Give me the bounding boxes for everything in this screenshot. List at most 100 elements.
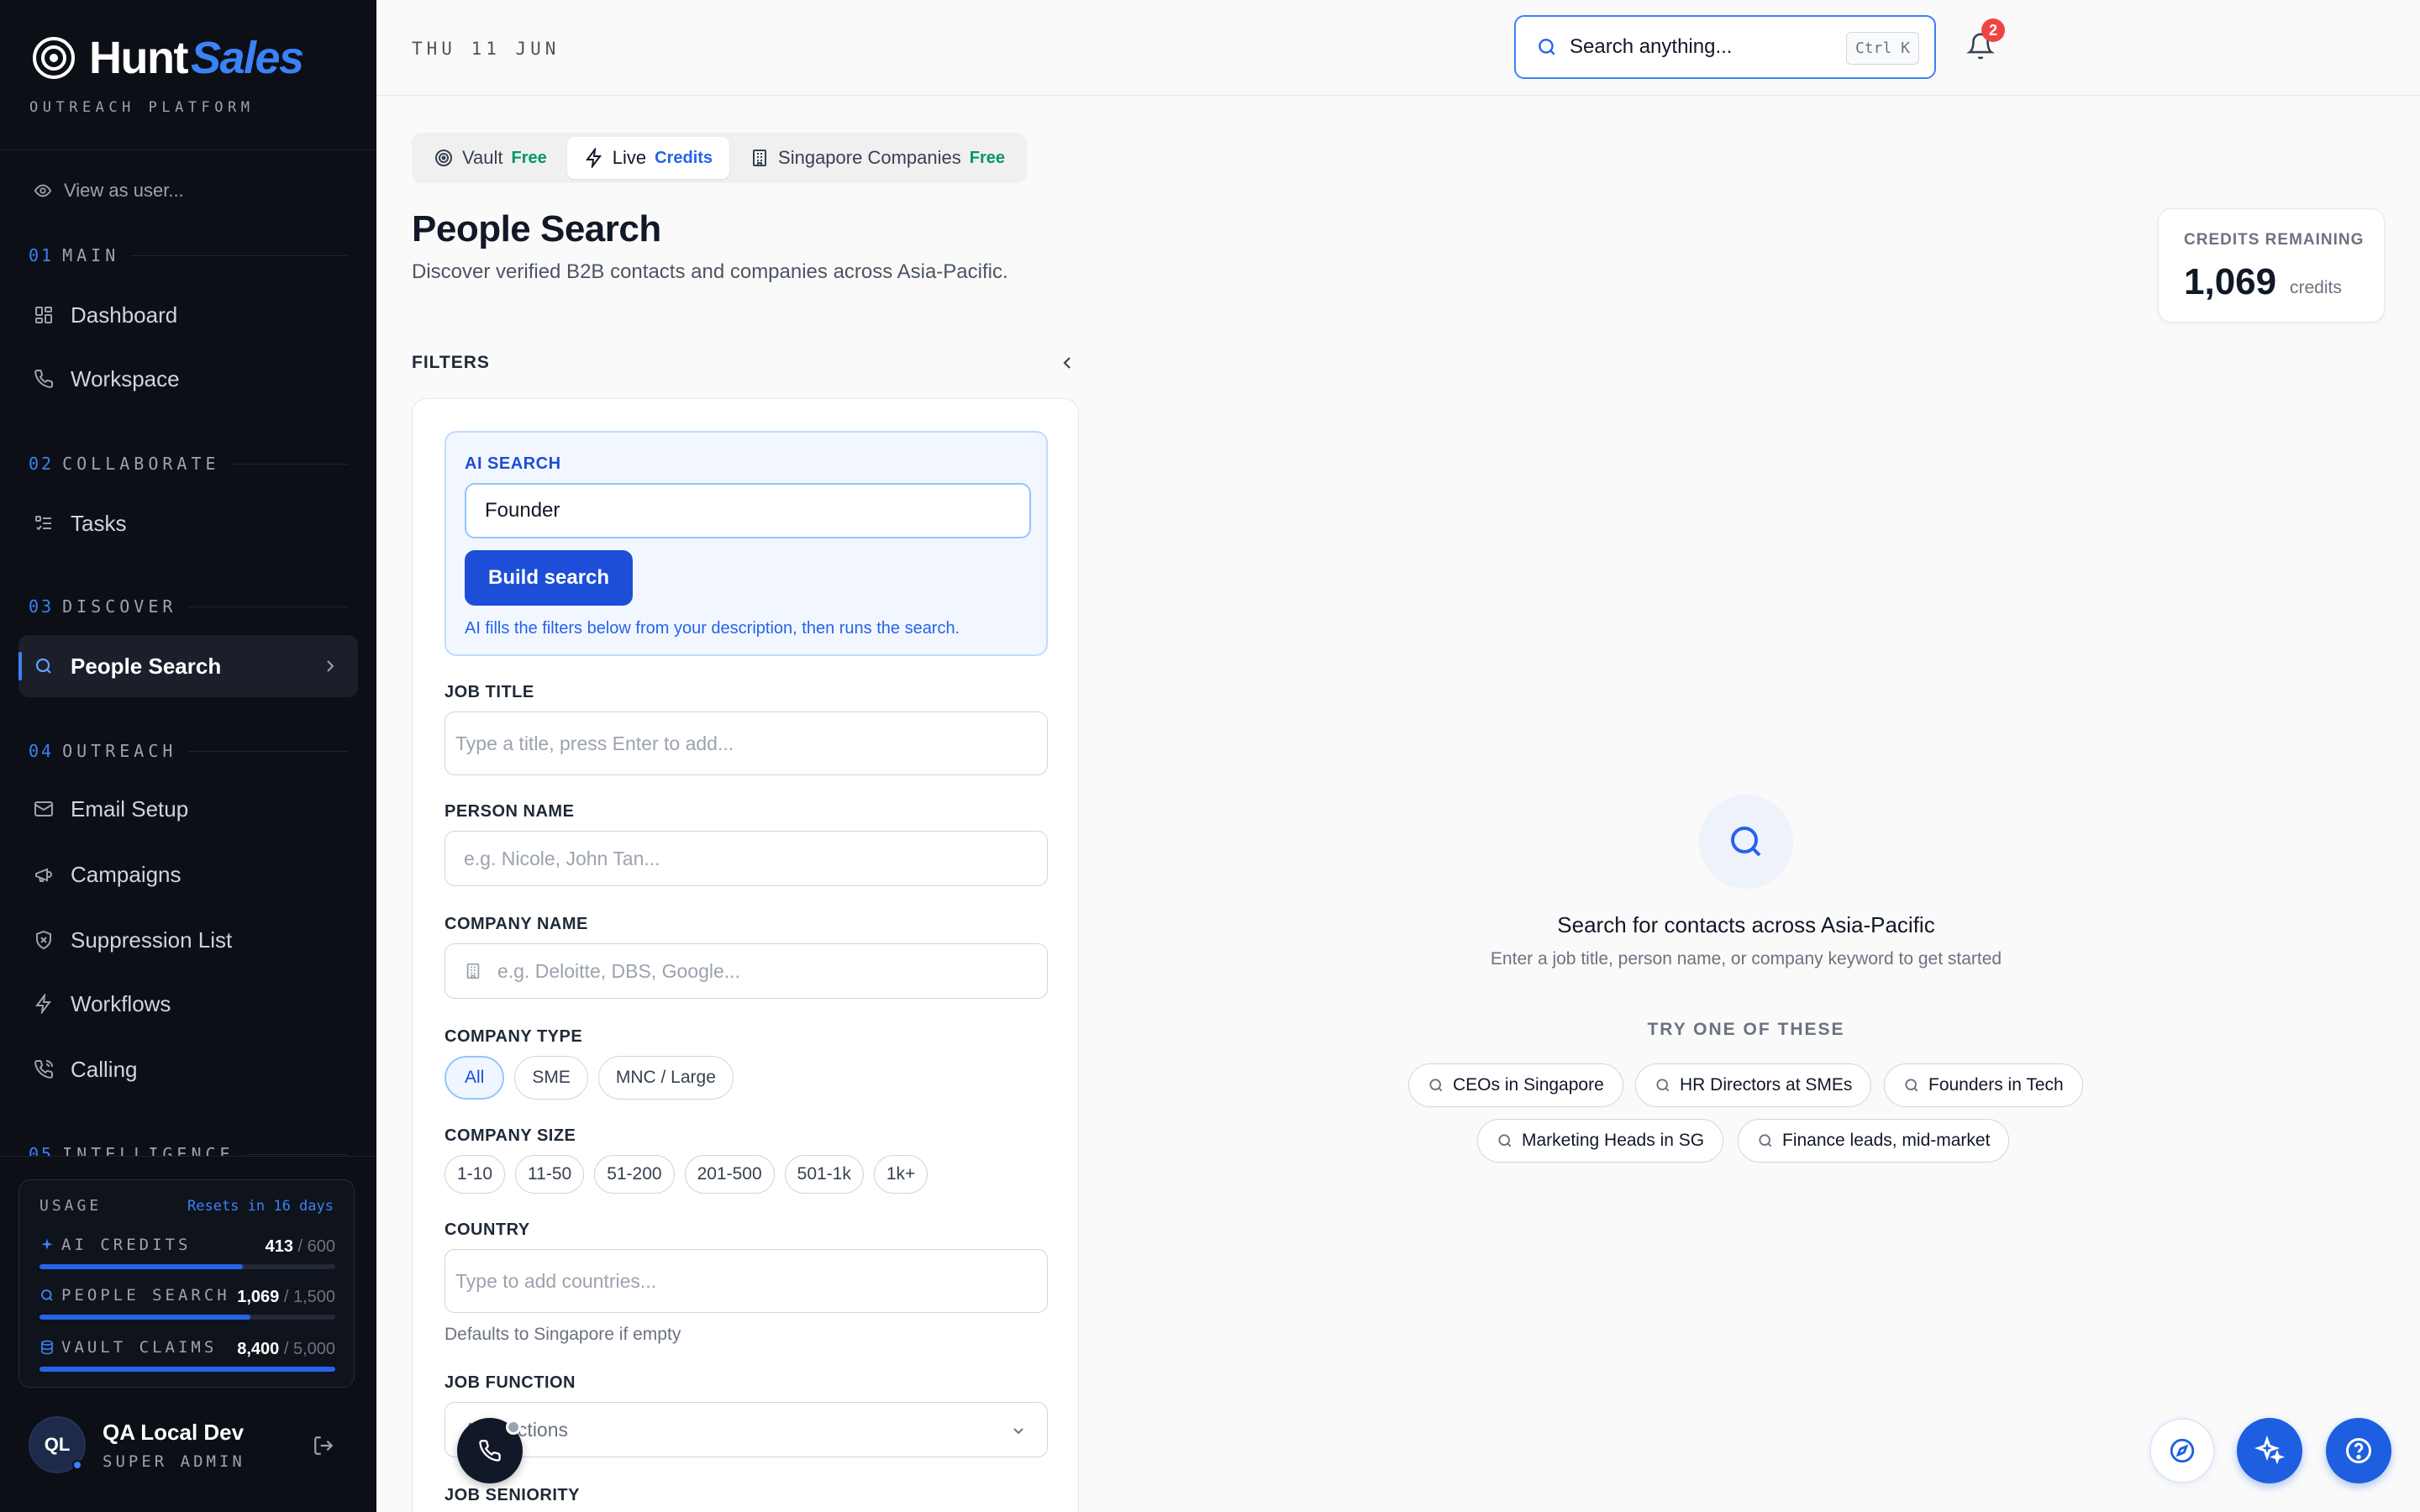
empty-state-icon (1699, 795, 1793, 889)
page-subtitle: Discover verified B2B contacts and compa… (412, 260, 1008, 283)
country-label: COUNTRY (445, 1221, 530, 1239)
phone-icon (34, 369, 54, 388)
section-discover: 03 DISCOVER (29, 596, 348, 617)
person-name-input[interactable]: e.g. Nicole, John Tan... (445, 831, 1048, 886)
dialer-status-dot (506, 1420, 521, 1435)
job-title-input[interactable]: Type a title, press Enter to add... (445, 711, 1048, 775)
chevron-down-icon (1013, 1428, 1023, 1435)
avatar: QL (29, 1416, 86, 1473)
company-name-input[interactable]: e.g. Deloitte, DBS, Google... (445, 943, 1048, 999)
tab-live[interactable]: Live Credits (566, 137, 730, 179)
sidebar-item-suppression-list[interactable]: Suppression List (18, 909, 358, 971)
sidebar-item-label: People Search (71, 653, 222, 679)
search-icon (1539, 39, 1555, 55)
usage-bar (39, 1264, 335, 1269)
view-as-label: View as user... (64, 180, 184, 201)
sidebar: HuntSales OUTREACH PLATFORM View as user… (0, 0, 376, 1512)
suggestion-chip[interactable]: Marketing Heads in SG (1477, 1119, 1724, 1163)
tab-label: Vault (462, 147, 503, 168)
sidebar-item-calling[interactable]: Calling (18, 1038, 358, 1100)
chevron-left-icon[interactable] (1059, 353, 1076, 373)
sidebar-item-label: Calling (71, 1056, 138, 1082)
company-size-option[interactable]: 501-1k (784, 1155, 864, 1194)
sidebar-item-campaigns[interactable]: Campaigns (18, 843, 358, 906)
database-icon (41, 1340, 53, 1355)
search-icon (41, 1289, 53, 1301)
view-as-user-button[interactable]: View as user... (34, 180, 184, 202)
sidebar-item-workflows[interactable]: Workflows (18, 973, 358, 1035)
phone-icon (479, 1440, 501, 1462)
ai-assistant-button[interactable] (2237, 1418, 2302, 1483)
try-label: TRY ONE OF THESE (1647, 1020, 1845, 1039)
phone-call-icon (34, 1059, 54, 1079)
job-function-select[interactable]: All functions (445, 1402, 1048, 1457)
tab-singapore-companies[interactable]: Singapore Companies Free (733, 137, 1022, 179)
section-outreach: 04 OUTREACH (29, 741, 348, 761)
compass-icon (2170, 1438, 2195, 1463)
credits-value: 1,069 (2184, 261, 2277, 302)
credits-remaining-card: CREDITS REMAINING 1,069 credits (2158, 208, 2385, 323)
company-size-label: COMPANY SIZE (445, 1126, 576, 1145)
usage-title: USAGE (39, 1197, 103, 1215)
company-size-option[interactable]: 201-500 (684, 1155, 775, 1194)
tab-tag: Free (969, 148, 1005, 167)
filters-heading: FILTERS (412, 353, 490, 372)
help-icon (2346, 1438, 2371, 1463)
suggestion-chip[interactable]: CEOs in Singapore (1408, 1063, 1623, 1107)
user-name: QA Local Dev (103, 1419, 245, 1445)
company-type-mnc[interactable]: MNC / Large (597, 1056, 734, 1100)
company-size-option[interactable]: 51-200 (594, 1155, 675, 1194)
usage-row-ai-credits: AI CREDITS 413 / 600 (39, 1236, 335, 1278)
keyboard-shortcut: Ctrl K (1845, 32, 1919, 65)
sidebar-item-label: Tasks (71, 510, 127, 536)
sparkle-icon (41, 1238, 53, 1250)
person-name-label: PERSON NAME (445, 802, 575, 821)
ai-search-input[interactable]: Founder (465, 483, 1031, 538)
tab-label: Singapore Companies (778, 147, 961, 168)
ai-search-box: AI SEARCH Founder Build search AI fills … (445, 431, 1048, 656)
ai-search-label: AI SEARCH (465, 454, 561, 473)
top-bar: THU 11 JUN (376, 0, 2420, 96)
sidebar-item-label: Suppression List (71, 927, 233, 953)
suggestion-chip[interactable]: Finance leads, mid-market (1738, 1119, 2010, 1163)
sidebar-item-people-search[interactable]: People Search (18, 635, 358, 697)
search-icon (1759, 1134, 1772, 1147)
filters-panel: AI SEARCH Founder Build search AI fills … (412, 398, 1079, 1512)
building-icon (753, 150, 767, 166)
sidebar-item-label: Workspace (71, 365, 180, 391)
sidebar-item-email-setup[interactable]: Email Setup (18, 778, 358, 840)
sidebar-item-tasks[interactable]: Tasks (18, 492, 358, 554)
tab-tag: Credits (655, 148, 713, 167)
build-search-button[interactable]: Build search (465, 550, 634, 606)
usage-bar (39, 1367, 335, 1372)
eye-icon (34, 184, 52, 197)
company-size-option[interactable]: 1-10 (445, 1155, 506, 1194)
ai-search-hint: AI fills the filters below from your des… (465, 619, 960, 638)
chevron-right-icon (327, 660, 334, 672)
company-type-all[interactable]: All (445, 1056, 505, 1100)
usage-card: USAGE Resets in 16 days AI CREDITS 413 /… (18, 1179, 355, 1388)
company-type-sme[interactable]: SME (514, 1056, 588, 1100)
usage-bar (39, 1315, 335, 1320)
logout-icon[interactable] (313, 1435, 334, 1457)
company-size-option[interactable]: 11-50 (515, 1155, 585, 1194)
global-search[interactable]: Search anything... Ctrl K (1514, 15, 1936, 79)
shield-icon (36, 930, 51, 950)
usage-row-people-search: PEOPLE SEARCH 1,069 / 1,500 (39, 1286, 335, 1328)
brand-logo[interactable]: HuntSales (32, 35, 304, 81)
user-profile[interactable]: QL QA Local Dev SUPER ADMIN (29, 1416, 245, 1473)
explore-button[interactable] (2149, 1418, 2215, 1483)
search-icon (1656, 1079, 1670, 1092)
grid-icon (35, 307, 52, 323)
tab-vault[interactable]: Vault Free (417, 137, 564, 179)
company-name-label: COMPANY NAME (445, 915, 588, 933)
suggestion-chip[interactable]: HR Directors at SMEs (1635, 1063, 1872, 1107)
tab-tag: Free (511, 148, 547, 167)
sidebar-item-dashboard[interactable]: Dashboard (18, 284, 358, 346)
company-size-option[interactable]: 1k+ (873, 1155, 929, 1194)
help-button[interactable] (2326, 1418, 2391, 1483)
sidebar-item-workspace[interactable]: Workspace (18, 348, 358, 410)
bolt-icon (35, 994, 51, 1014)
suggestion-chip[interactable]: Founders in Tech (1884, 1063, 2083, 1107)
country-input[interactable]: Type to add countries... (445, 1249, 1048, 1313)
